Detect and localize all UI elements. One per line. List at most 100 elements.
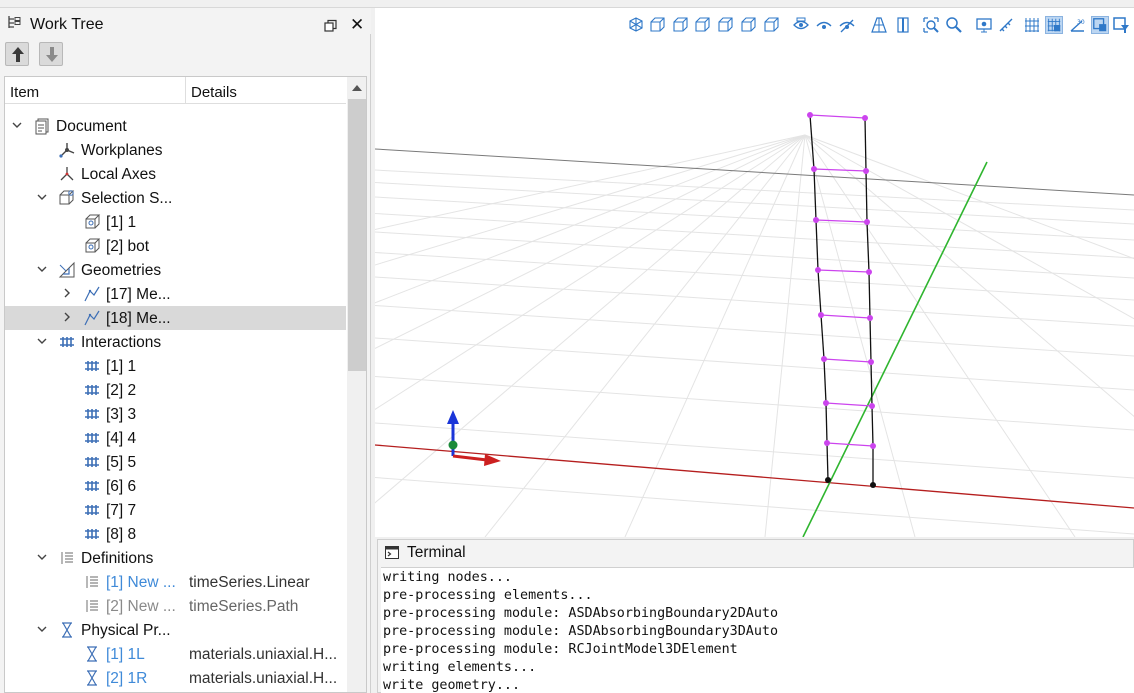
zoom-selection-icon[interactable] [945,16,963,34]
tree-row[interactable]: Local Axes [5,162,346,186]
beam-element[interactable] [813,168,867,172]
3d-viewport[interactable] [375,40,1134,537]
chevron-down-icon[interactable] [11,119,23,131]
tree-row[interactable]: Document [5,114,346,138]
orthographic-icon[interactable] [894,16,912,34]
column-header-item[interactable]: Item [10,84,39,101]
restore-icon[interactable] [324,19,338,33]
beam-element[interactable] [826,442,874,447]
tree-row[interactable]: [17] Me... [5,282,346,306]
tree-row[interactable]: [2] 1R materials.uniaxial.H... [5,666,346,690]
tree-row[interactable]: [18] Me... [5,306,346,330]
beam-element[interactable] [815,219,868,223]
view-bottom-icon[interactable] [762,16,780,34]
move-up-button[interactable] [5,42,29,66]
beam-element[interactable] [809,114,866,119]
node[interactable] [862,115,868,121]
column-divider[interactable] [185,77,186,104]
frame-model[interactable] [807,112,876,488]
grid-icon[interactable] [1023,16,1041,34]
column-element[interactable] [820,314,825,360]
measure-icon[interactable] [997,16,1015,34]
view-back-icon[interactable] [671,16,689,34]
node[interactable] [823,400,829,406]
tree-row[interactable]: [2] New ... timeSeries.Path [5,594,346,618]
show-icon[interactable] [815,16,833,34]
node[interactable] [813,217,819,223]
node[interactable] [815,267,821,273]
node[interactable] [807,112,813,118]
snap-angle-icon[interactable]: 30 [1068,16,1086,34]
base-node[interactable] [825,477,831,483]
node[interactable] [867,315,873,321]
node[interactable] [869,403,875,409]
tree-row[interactable]: Geometries [5,258,346,282]
tree-row[interactable]: [8] 8 [5,522,346,546]
tree-row[interactable]: [3] 3 [5,402,346,426]
tree-row[interactable]: [1] New ... timeSeries.Linear [5,570,346,594]
column-element[interactable] [864,117,867,172]
perspective-icon[interactable] [870,16,888,34]
tree-row[interactable]: [2] 2 [5,378,346,402]
column-header-details[interactable]: Details [191,84,237,101]
column-element[interactable] [826,442,829,481]
node[interactable] [868,359,874,365]
close-icon[interactable]: ✕ [350,16,364,33]
selection-box-icon[interactable] [1091,16,1109,34]
scene-canvas[interactable] [375,40,1134,537]
tree-row[interactable]: Definitions [5,546,346,570]
beam-element[interactable] [820,314,871,319]
view-top-icon[interactable] [739,16,757,34]
chevron-down-icon[interactable] [36,263,48,275]
chevron-down-icon[interactable] [36,551,48,563]
tree-row[interactable]: [6] 6 [5,474,346,498]
tree-row[interactable]: [5] 5 [5,450,346,474]
node[interactable] [864,219,870,225]
column-element[interactable] [825,402,828,444]
chevron-right-icon[interactable] [61,287,73,299]
node[interactable] [863,168,869,174]
tree-row[interactable]: Workplanes [5,138,346,162]
chevron-right-icon[interactable] [61,311,73,323]
tree-row[interactable]: Physical Pr... [5,618,346,642]
node[interactable] [866,269,872,275]
column-element[interactable] [868,271,871,319]
column-element[interactable] [823,358,827,404]
show-all-icon[interactable] [792,16,810,34]
chevron-down-icon[interactable] [36,191,48,203]
hide-icon[interactable] [838,16,856,34]
scroll-up-icon[interactable] [352,85,362,91]
beam-element[interactable] [823,358,872,363]
view-iso-icon[interactable] [627,16,645,34]
column-element[interactable] [813,168,817,221]
beam-element[interactable] [817,269,870,273]
node[interactable] [821,356,827,362]
tree-scrollbar[interactable] [347,77,366,692]
chevron-down-icon[interactable] [36,623,48,635]
tree-row[interactable]: [7] 7 [5,498,346,522]
node[interactable] [870,443,876,449]
terminal-output[interactable]: writing nodes... pre-processing elements.… [381,567,1134,693]
tree-row[interactable]: [1] 1 [5,354,346,378]
column-element[interactable] [817,269,822,316]
selection-filter-icon[interactable] [1112,16,1130,34]
column-element[interactable] [815,219,819,271]
tree-row[interactable]: [1] 1 [5,210,346,234]
column-element[interactable] [869,317,872,363]
base-node[interactable] [870,482,876,488]
beam-element[interactable] [825,402,873,407]
tree-row[interactable]: Interactions [5,330,346,354]
scrollbar-thumb[interactable] [348,99,366,371]
tree-row[interactable]: Selection S... [5,186,346,210]
view-left-icon[interactable] [693,16,711,34]
chevron-down-icon[interactable] [36,335,48,347]
move-down-button[interactable] [39,42,63,66]
tree-row[interactable]: [2] bot [5,234,346,258]
screenshot-icon[interactable] [975,16,993,34]
grid-options-icon[interactable] [1045,16,1063,34]
view-right-icon[interactable] [716,16,734,34]
node[interactable] [811,166,817,172]
tree-row[interactable]: [4] 4 [5,426,346,450]
node[interactable] [824,440,830,446]
tree-row[interactable]: [1] 1L materials.uniaxial.H... [5,642,346,666]
